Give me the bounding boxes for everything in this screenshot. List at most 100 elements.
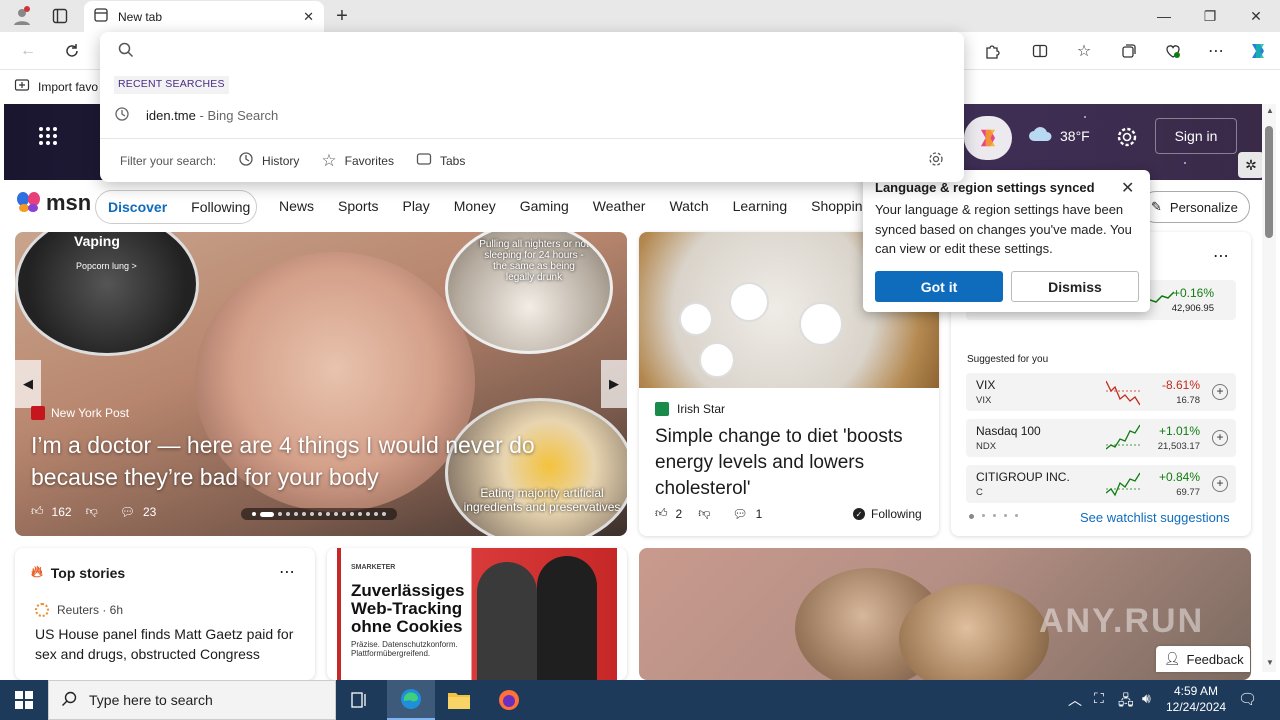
filter-tabs-button[interactable]: Tabs — [416, 151, 465, 170]
extensions-icon[interactable] — [978, 37, 1006, 65]
personalize-button[interactable]: ✎ Personalize — [1140, 191, 1250, 223]
top-stories-more-icon[interactable]: ⋯ — [279, 562, 295, 582]
apps-grid-icon[interactable] — [38, 126, 58, 149]
stock-row-vix[interactable]: VIX VIX -8.61% 16.78 + — [966, 373, 1236, 411]
nav-news[interactable]: News — [279, 198, 314, 214]
start-button[interactable] — [0, 680, 48, 720]
maximize-button[interactable]: ❐ — [1198, 4, 1222, 28]
search-icon — [118, 42, 134, 61]
copilot-icon[interactable] — [964, 116, 1012, 160]
hero-story-card[interactable]: Vaping Popcorn lung > Pulling all nighte… — [15, 232, 627, 536]
import-favorites-button[interactable]: Import favo — [14, 77, 98, 96]
carousel-dots[interactable] — [241, 508, 397, 520]
add-stock-button[interactable]: + — [1212, 384, 1228, 400]
tab-following[interactable]: Following — [191, 199, 250, 215]
new-tab-button[interactable]: + — [330, 4, 354, 28]
see-watchlist-suggestions-link[interactable]: See watchlist suggestions — [1080, 510, 1230, 525]
stock-symbol: C — [976, 487, 983, 498]
top-story-headline[interactable]: US House panel finds Matt Gaetz paid for… — [35, 624, 295, 665]
stock-symbol: VIX — [976, 395, 992, 406]
volume-icon[interactable]: 🔊︎ — [1142, 690, 1151, 707]
settings-gear-icon[interactable] — [1116, 126, 1138, 151]
stock-row-nasdaq[interactable]: Nasdaq 100 NDX +1.01% 21,503.17 + — [966, 419, 1236, 457]
add-stock-button[interactable]: + — [1212, 476, 1228, 492]
scroll-up-arrow[interactable]: ▲ — [1266, 106, 1274, 115]
page-scrollbar[interactable]: ▲ ▼ — [1262, 104, 1276, 672]
nav-weather[interactable]: Weather — [593, 198, 646, 214]
tab-new-tab[interactable]: New tab ✕ — [84, 1, 324, 32]
nav-play[interactable]: Play — [402, 198, 429, 214]
thumbs-down-icon[interactable]: 👎︎ — [698, 506, 710, 521]
got-it-button[interactable]: Got it — [875, 271, 1003, 302]
msn-logo[interactable]: msn — [16, 190, 91, 216]
close-icon[interactable]: ✕ — [1121, 178, 1134, 198]
pencil-icon: ✎ — [1151, 199, 1162, 214]
nav-gaming[interactable]: Gaming — [520, 198, 569, 214]
add-stock-button[interactable]: + — [1212, 430, 1228, 446]
refresh-icon[interactable] — [58, 37, 86, 65]
browser-essentials-icon[interactable] — [1159, 37, 1187, 65]
file-explorer-icon[interactable] — [435, 680, 483, 720]
watchlist-more-icon[interactable]: ⋯ — [1213, 246, 1229, 266]
collections-icon[interactable] — [1115, 37, 1143, 65]
carousel-next-button[interactable]: ▶ — [601, 360, 627, 408]
thumbs-up-icon[interactable]: 👍︎ — [655, 506, 668, 521]
stock-change: +0.84% — [1158, 470, 1200, 484]
sparkline-icon — [1106, 380, 1140, 406]
address-bar-dropdown: RECENT SEARCHES iden.tme - Bing Search F… — [100, 32, 964, 182]
scroll-down-arrow[interactable]: ▼ — [1266, 658, 1274, 667]
edge-taskbar-icon[interactable] — [387, 680, 435, 720]
feedback-button[interactable]: 👤︎ Feedback — [1156, 646, 1250, 672]
split-screen-icon[interactable] — [1026, 37, 1054, 65]
nav-sports[interactable]: Sports — [338, 198, 378, 214]
nav-learning[interactable]: Learning — [733, 198, 788, 214]
more-options-icon[interactable]: ⋯ — [1202, 37, 1230, 65]
system-clock[interactable]: 4:59 AM 12/24/2024 — [1166, 684, 1226, 715]
filter-history-button[interactable]: History — [238, 151, 299, 170]
back-icon[interactable]: ← — [14, 37, 42, 65]
address-input[interactable] — [142, 38, 942, 62]
ad-brand: SMARKETER — [351, 564, 396, 571]
profile-icon[interactable] — [10, 4, 34, 28]
close-tab-icon[interactable]: ✕ — [303, 9, 314, 25]
ad-card[interactable]: SMARKETER Zuverlässiges Web-Tracking ohn… — [327, 548, 627, 680]
sparkle-icon[interactable]: ✲ — [1238, 152, 1264, 178]
thumbs-up-icon[interactable]: 👍︎ — [31, 504, 44, 519]
notifications-icon[interactable]: 🗨︎ — [1238, 690, 1257, 708]
following-badge[interactable]: ✓ Following — [853, 507, 922, 521]
taskbar-search-box[interactable]: Type here to search — [48, 680, 336, 720]
sign-in-button[interactable]: Sign in — [1155, 118, 1237, 154]
filter-favorites-button[interactable]: ☆ Favorites — [321, 151, 394, 171]
cloud-icon — [1028, 126, 1054, 145]
weather-widget[interactable]: 38°F — [1028, 126, 1090, 145]
recent-search-item[interactable]: iden.tme - Bing Search — [114, 104, 950, 126]
filter-row: Filter your search: History ☆ Favorites … — [100, 138, 964, 182]
favorites-icon[interactable]: ☆ — [1070, 37, 1098, 65]
nav-watch[interactable]: Watch — [669, 198, 708, 214]
watchlist-pager-dots[interactable] — [969, 514, 1018, 519]
scrollbar-thumb[interactable] — [1265, 126, 1273, 238]
stock-row-citigroup[interactable]: CITIGROUP INC. C +0.84% 69.77 + — [966, 465, 1236, 503]
dismiss-button[interactable]: Dismiss — [1011, 271, 1139, 302]
firefox-icon[interactable] — [485, 680, 533, 720]
meet-now-icon[interactable]: ⛶ — [1094, 690, 1104, 707]
carousel-prev-button[interactable]: ◀ — [15, 360, 41, 408]
tab-actions-icon[interactable] — [48, 4, 72, 28]
copilot-icon[interactable] — [1244, 37, 1272, 65]
show-hidden-icons[interactable]: ︿ — [1068, 690, 1082, 710]
source-name: Irish Star — [677, 402, 726, 416]
hero-headline[interactable]: I’m a doctor — here are 4 things I would… — [31, 430, 601, 493]
thumbs-down-icon[interactable]: 👎︎ — [86, 504, 98, 519]
close-window-button[interactable]: ✕ — [1244, 4, 1268, 28]
nav-shopping[interactable]: Shopping — [811, 198, 870, 214]
network-icon[interactable]: 🖧︎ — [1118, 690, 1134, 714]
search-settings-icon[interactable] — [928, 151, 944, 170]
nav-money[interactable]: Money — [454, 198, 496, 214]
irish-headline[interactable]: Simple change to diet 'boosts energy lev… — [655, 424, 925, 501]
top-index-change: +0.16% — [1172, 286, 1214, 300]
minimize-button[interactable]: — — [1152, 4, 1176, 28]
comment-icon[interactable]: 💬︎ — [120, 505, 135, 519]
comment-icon[interactable]: 💬︎ — [732, 507, 747, 521]
task-view-icon[interactable] — [336, 680, 384, 720]
tab-discover[interactable]: Discover — [108, 199, 167, 215]
